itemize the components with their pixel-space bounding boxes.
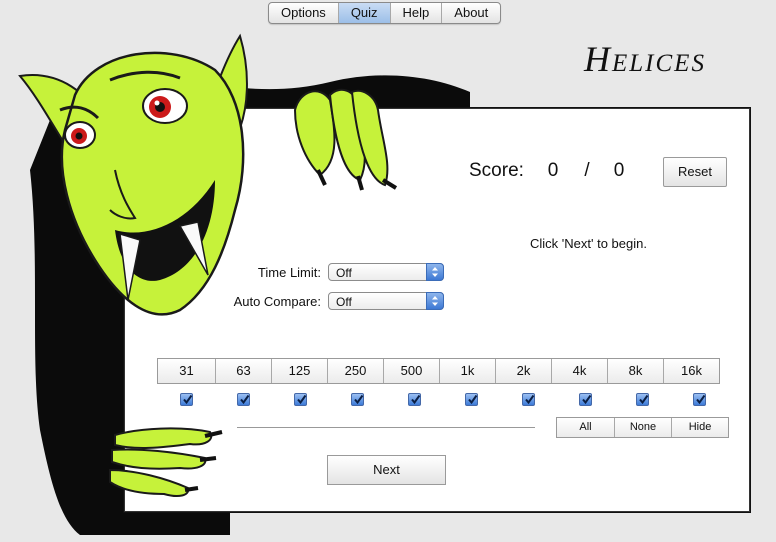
instruction-text: Click 'Next' to begin.	[530, 236, 647, 251]
freq-button-250[interactable]: 250	[327, 359, 383, 383]
freq-button-2k[interactable]: 2k	[495, 359, 551, 383]
freq-checkbox-16k[interactable]	[693, 393, 706, 406]
auto-compare-label: Auto Compare:	[233, 294, 321, 309]
freq-button-8k[interactable]: 8k	[607, 359, 663, 383]
time-limit-select[interactable]: Off	[328, 263, 444, 281]
popup-arrows-icon	[426, 263, 444, 281]
select-all-button[interactable]: All	[557, 418, 614, 437]
freq-checkbox-250[interactable]	[351, 393, 364, 406]
freq-checkbox-2k[interactable]	[522, 393, 535, 406]
freq-checkbox-31[interactable]	[180, 393, 193, 406]
freq-button-16k[interactable]: 16k	[663, 359, 719, 383]
freq-button-125[interactable]: 125	[271, 359, 327, 383]
selection-button-group: All None Hide	[556, 417, 729, 438]
time-limit-value: Off	[336, 266, 352, 280]
popup-arrows-icon	[426, 292, 444, 310]
auto-compare-select[interactable]: Off	[328, 292, 444, 310]
freq-checkbox-500[interactable]	[408, 393, 421, 406]
freq-button-1k[interactable]: 1k	[439, 359, 495, 383]
freq-button-31[interactable]: 31	[158, 359, 215, 383]
hide-button[interactable]: Hide	[671, 418, 728, 437]
divider	[237, 427, 535, 428]
freq-checkbox-1k[interactable]	[465, 393, 478, 406]
freq-button-4k[interactable]: 4k	[551, 359, 607, 383]
time-limit-label: Time Limit:	[257, 265, 321, 280]
freq-checkbox-4k[interactable]	[579, 393, 592, 406]
auto-compare-value: Off	[336, 295, 352, 309]
freq-checkbox-8k[interactable]	[636, 393, 649, 406]
freq-button-63[interactable]: 63	[215, 359, 271, 383]
freq-checkbox-125[interactable]	[294, 393, 307, 406]
freq-checkbox-63[interactable]	[237, 393, 250, 406]
select-none-button[interactable]: None	[614, 418, 671, 437]
freq-button-500[interactable]: 500	[383, 359, 439, 383]
frequency-band-bar: 31 63 125 250 500 1k 2k 4k 8k 16k	[157, 358, 720, 384]
score-correct: 0	[547, 160, 559, 181]
score-label: Score:	[469, 160, 524, 181]
reset-button[interactable]: Reset	[663, 157, 727, 187]
next-button[interactable]: Next	[327, 455, 446, 485]
score-separator: /	[584, 160, 590, 181]
score-total: 0	[613, 160, 625, 181]
